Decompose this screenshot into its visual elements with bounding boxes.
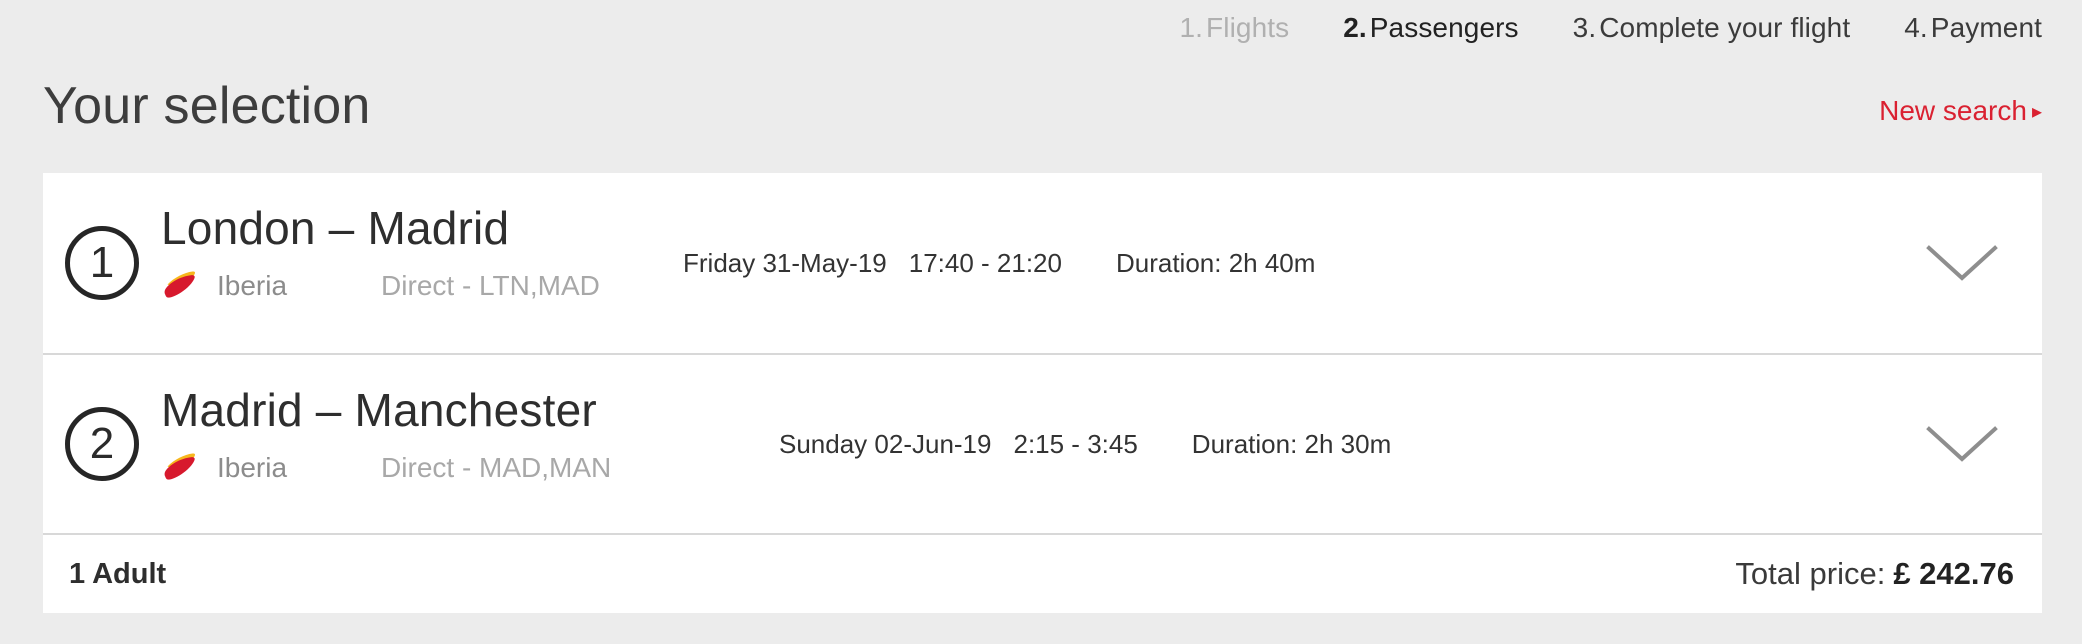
step-flights[interactable]: 1. Flights: [1179, 12, 1289, 44]
caret-right-icon: ▸: [2031, 101, 2042, 123]
flight-times: 2:15 - 3:45: [1013, 428, 1138, 459]
step-payment-number: 4.: [1904, 12, 1928, 43]
selection-footer: 1 Adult Total price: £ 242.76: [43, 533, 2042, 613]
step-flights-number: 1.: [1179, 12, 1204, 43]
checkout-steps-nav: 1. Flights 2. Passengers 3. Complete you…: [0, 0, 2042, 56]
flight-route-block: London – Madrid Iberia Direct - LTN,MAD: [161, 201, 721, 303]
total-price-amount: £ 242.76: [1893, 556, 2014, 591]
step-passengers[interactable]: 2. Passengers: [1343, 12, 1518, 44]
total-price: Total price: £ 242.76: [1735, 556, 2014, 592]
flight-details: Friday 31-May-19 17:40 - 21:20 Duration:…: [683, 173, 1315, 353]
step-complete-label: Complete your flight: [1599, 12, 1851, 43]
flight-index-badge: 2: [65, 407, 139, 481]
iberia-logo-icon: [164, 453, 196, 480]
flight-airline-name: Iberia: [217, 270, 288, 301]
flight-index-badge: 1: [65, 226, 139, 300]
step-complete-number: 3.: [1572, 12, 1597, 43]
flight-stops: Direct - MAD,MAN: [381, 452, 612, 483]
page-title: Your selection: [43, 77, 371, 135]
iberia-logo-icon: [164, 271, 196, 298]
selection-page: 1. Flights 2. Passengers 3. Complete you…: [0, 0, 2082, 644]
chevron-down-icon[interactable]: [1924, 241, 2000, 285]
flight-route-block: Madrid – Manchester Iberia Direct - MAD,…: [161, 383, 721, 485]
selection-card: 1 London – Madrid Iberia Direct - LTN,MA…: [43, 173, 2042, 613]
flight-row[interactable]: 2 Madrid – Manchester Iberia Direct - MA…: [43, 353, 2042, 533]
selection-header: Your selection New search ▸: [43, 78, 2042, 142]
step-complete-your-flight[interactable]: 3. Complete your flight: [1573, 12, 1851, 44]
new-search-link[interactable]: New search ▸: [1879, 94, 2042, 131]
step-passengers-number: 2.: [1343, 12, 1367, 43]
flight-date: Sunday 02-Jun-19: [779, 428, 992, 459]
step-passengers-label: Passengers: [1369, 12, 1519, 43]
flight-details: Sunday 02-Jun-19 2:15 - 3:45 Duration: 2…: [779, 355, 1391, 533]
flight-date: Friday 31-May-19: [683, 247, 887, 278]
flight-airline-line: Iberia Direct - LTN,MAD: [161, 269, 721, 303]
step-flights-label: Flights: [1206, 12, 1290, 43]
flight-times: 17:40 - 21:20: [908, 247, 1062, 278]
flight-airline-line: Iberia Direct - MAD,MAN: [161, 451, 721, 485]
flight-stops: Direct - LTN,MAD: [381, 270, 600, 301]
total-price-label: Total price:: [1735, 556, 1886, 591]
step-payment[interactable]: 4. Payment: [1904, 12, 2042, 44]
new-search-label: New search: [1879, 95, 2027, 126]
passenger-count: 1 Adult: [69, 557, 167, 590]
step-payment-label: Payment: [1930, 12, 2042, 43]
flight-duration: Duration: 2h 30m: [1191, 428, 1392, 459]
flight-route: London – Madrid: [161, 202, 510, 254]
flight-row[interactable]: 1 London – Madrid Iberia Direct - LTN,MA…: [43, 173, 2042, 353]
flight-route: Madrid – Manchester: [161, 384, 597, 436]
flight-airline-name: Iberia: [217, 452, 288, 483]
chevron-down-icon[interactable]: [1924, 422, 2000, 466]
flight-duration: Duration: 2h 40m: [1115, 247, 1316, 278]
